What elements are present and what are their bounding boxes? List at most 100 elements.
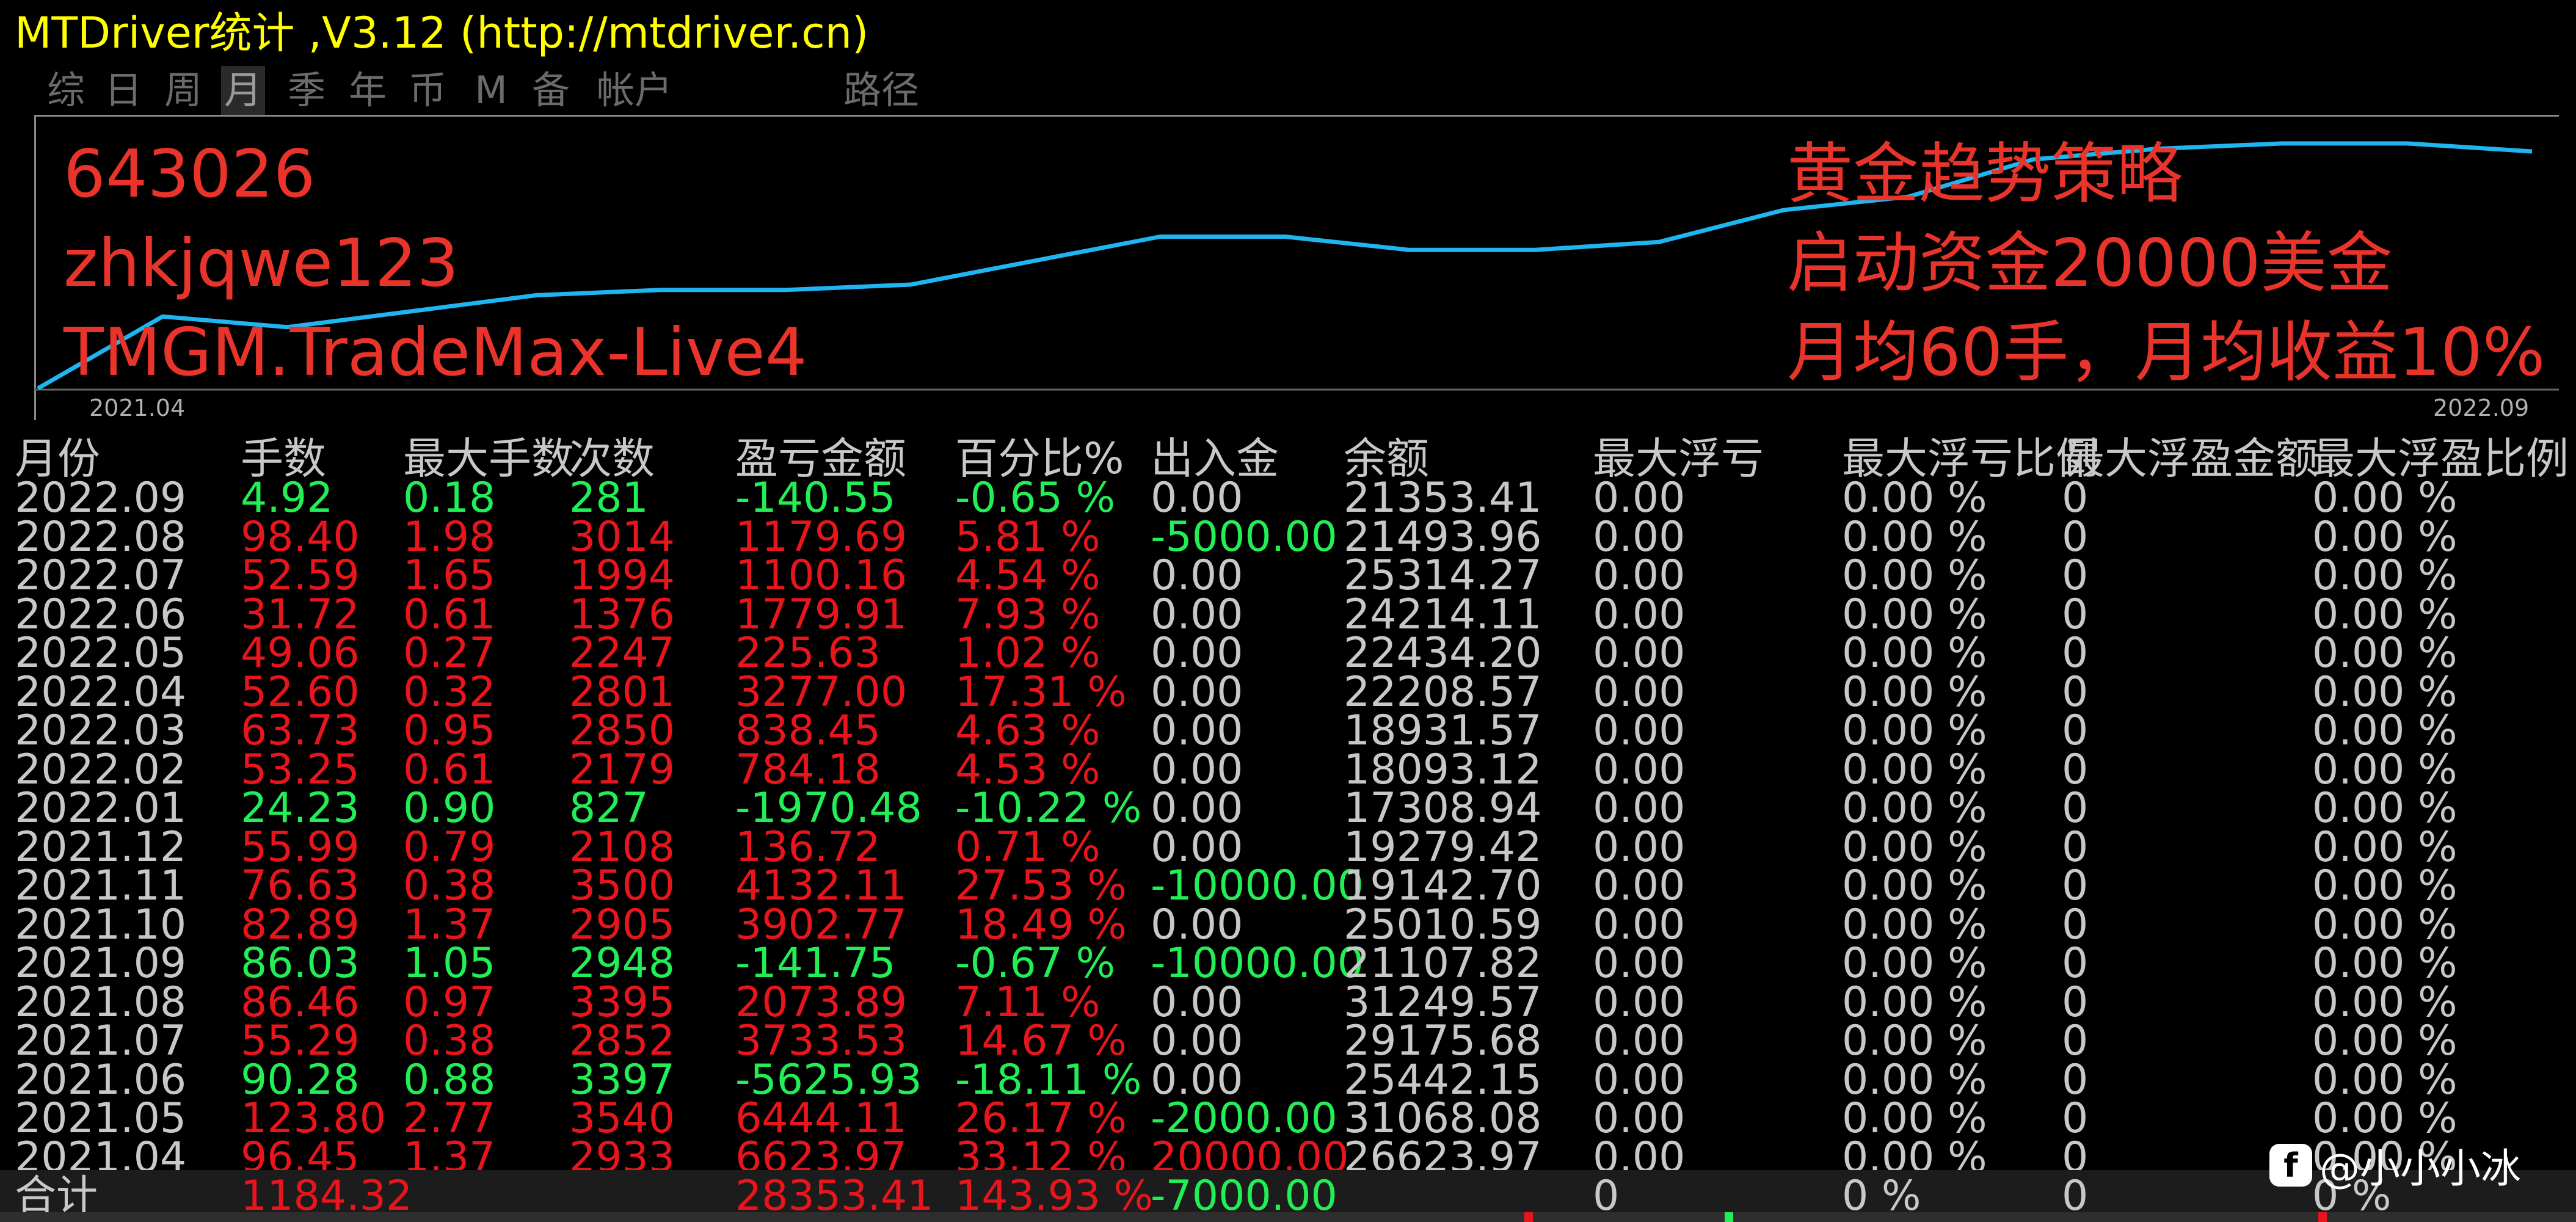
table-row[interactable]: 2022.08 98.40 1.98 3014 1179.69 5.81 % -5000.0… <box>0 512 2576 561</box>
cell-deposit: 0.00 <box>1151 823 1243 871</box>
table-row[interactable]: 2022.02 53.25 0.61 2179 784.18 4.53 % 0.00 1809… <box>0 745 2576 794</box>
cell-max-lots: 0.38 <box>403 1017 496 1065</box>
cell-count: 2801 <box>569 667 675 716</box>
cell-count: 1994 <box>569 551 675 600</box>
cell-max-float-loss-pct: 0.00 % <box>1842 784 1987 832</box>
cell-balance: 21493.96 <box>1344 512 1542 561</box>
tab-bar: 综日周月季年币 M 备帐户 路径 <box>0 66 2576 115</box>
tab-5[interactable]: 年 <box>346 66 390 115</box>
watermark-logo-icon: f <box>2269 1144 2312 1187</box>
table-row[interactable]: 2022.06 31.72 0.61 1376 1779.91 7.93 % 0.00 242… <box>0 590 2576 639</box>
cell-max-lots: 1.05 <box>403 939 496 987</box>
cell-max-float-loss: 0.00 <box>1593 823 1686 871</box>
tab-2[interactable]: 周 <box>161 66 205 115</box>
cell-lots: 24.23 <box>241 784 360 832</box>
table-row[interactable]: 2022.07 52.59 1.65 1994 1100.16 4.54 % 0.00 253… <box>0 551 2576 600</box>
cell-month: 2022.04 <box>15 667 187 716</box>
cell-count: 1376 <box>569 590 675 639</box>
cell-deposit: -2000.00 <box>1151 1094 1337 1143</box>
cell-max-float-loss-pct: 0.00 % <box>1842 474 1987 522</box>
table-row[interactable]: 2021.07 55.29 0.38 2852 3733.53 14.67 % 0.00 29… <box>0 1017 2576 1065</box>
cell-pct: -0.67 % <box>955 939 1116 987</box>
cell-max-float-loss: 0.00 <box>1593 978 1686 1027</box>
cell-pct: 4.53 % <box>955 745 1101 794</box>
cell-max-float-profit: 0 <box>2062 978 2089 1027</box>
cell-max-float-profit: 0 <box>2062 784 2089 832</box>
cell-max-float-profit-pct: 0.00 % <box>2312 590 2458 639</box>
cell-max-float-loss: 0.00 <box>1593 629 1686 677</box>
cell-lots: 76.63 <box>241 862 360 910</box>
cell-count: 2905 <box>569 900 675 949</box>
cell-max-float-loss: 0.00 <box>1593 667 1686 716</box>
table-row[interactable]: 2021.06 90.28 0.88 3397 -5625.93 -18.11 % 0.00… <box>0 1055 2576 1104</box>
cell-deposit: 0.00 <box>1151 551 1243 600</box>
cell-pnl: -1970.48 <box>735 784 922 832</box>
cell-deposit: 0.00 <box>1151 590 1243 639</box>
cell-max-lots: 0.61 <box>403 745 496 794</box>
tab-1[interactable]: 日 <box>101 66 145 115</box>
table-row[interactable]: 2022.04 52.60 0.32 2801 3277.00 17.31 % 0.00 22… <box>0 667 2576 716</box>
table-row[interactable]: 2021.09 86.03 1.05 2948 -141.75 -0.67 % -10000… <box>0 939 2576 987</box>
cell-month: 2022.02 <box>15 745 187 794</box>
cell-max-float-profit-pct: 0.00 % <box>2312 667 2458 716</box>
watermark-text: @小小小冰 <box>2319 1145 2521 1192</box>
cell-balance: 25442.15 <box>1344 1055 1542 1104</box>
table-row[interactable]: 2021.12 55.99 0.79 2108 136.72 0.71 % 0.00 1927… <box>0 823 2576 871</box>
cell-count: 2852 <box>569 1017 675 1065</box>
tab-0[interactable]: 综 <box>44 66 88 115</box>
cell-count: 2108 <box>569 823 675 871</box>
cell-max-lots: 0.61 <box>403 590 496 639</box>
cell-balance: 29175.68 <box>1344 1017 1542 1065</box>
cell-pnl: 1779.91 <box>735 590 908 639</box>
cell-max-lots: 0.18 <box>403 474 496 522</box>
cell-balance: 25010.59 <box>1344 900 1542 949</box>
table-row[interactable]: 2021.11 76.63 0.38 3500 4132.11 27.53 % -10000… <box>0 862 2576 910</box>
tab-7[interactable]: M <box>469 66 513 115</box>
cell-pnl: 838.45 <box>735 707 881 755</box>
table-row[interactable]: 2021.05 123.80 2.77 3540 6444.11 26.17 % -2000… <box>0 1094 2576 1143</box>
cell-max-float-profit: 0 <box>2062 900 2089 949</box>
horizontal-scrollbar[interactable] <box>0 1212 2576 1222</box>
cell-max-float-profit: 0 <box>2062 551 2089 600</box>
cell-month: 2021.11 <box>15 862 187 910</box>
cell-max-lots: 0.79 <box>403 823 496 871</box>
cell-pnl: 3902.77 <box>735 900 908 949</box>
cell-max-float-profit-pct: 0.00 % <box>2312 707 2458 755</box>
tab-3[interactable]: 月 <box>221 66 265 115</box>
cell-pct: 18.49 % <box>955 900 1127 949</box>
tab-8[interactable]: 备 <box>529 66 573 115</box>
table-row[interactable]: 2022.05 49.06 0.27 2247 225.63 1.02 % 0.00 2243… <box>0 629 2576 677</box>
column-header[interactable]: 最大浮盈金额 <box>2062 432 2318 485</box>
cell-deposit: -10000.00 <box>1151 862 1364 910</box>
cell-pct: 7.93 % <box>955 590 1101 639</box>
tab-4[interactable]: 季 <box>285 66 329 115</box>
cell-max-float-loss-pct: 0.00 % <box>1842 745 1987 794</box>
tab-10[interactable]: 路径 <box>835 66 927 115</box>
cell-max-float-profit-pct: 0.00 % <box>2312 1055 2458 1104</box>
cell-balance: 22208.57 <box>1344 667 1542 716</box>
cell-deposit: 0.00 <box>1151 1017 1243 1065</box>
cell-balance: 19279.42 <box>1344 823 1542 871</box>
cell-month: 2022.09 <box>15 474 187 522</box>
cell-max-float-profit: 0 <box>2062 1017 2089 1065</box>
cell-max-float-profit-pct: 0.00 % <box>2312 978 2458 1027</box>
x-axis-end-label: 2022.09 <box>2433 395 2530 421</box>
cell-pnl: -140.55 <box>735 474 896 522</box>
table-row[interactable]: 2021.08 86.46 0.97 3395 2073.89 7.11 % 0.00 312… <box>0 978 2576 1027</box>
tab-9[interactable]: 帐户 <box>589 66 680 115</box>
cell-lots: 90.28 <box>241 1055 360 1104</box>
cell-pct: 27.53 % <box>955 862 1127 910</box>
table-row[interactable]: 2022.01 24.23 0.90 827 -1970.48 -10.22 % 0.00 1… <box>0 784 2576 832</box>
tab-6[interactable]: 币 <box>406 66 449 115</box>
cell-month: 2022.03 <box>15 707 187 755</box>
cell-month: 2021.12 <box>15 823 187 871</box>
table-row[interactable]: 2021.10 82.89 1.37 2905 3902.77 18.49 % 0.00 25… <box>0 900 2576 949</box>
cell-max-float-loss-pct: 0.00 % <box>1842 512 1987 561</box>
cell-month: 2022.05 <box>15 629 187 677</box>
overlay-account-name: zhkjqwe123 <box>64 225 459 302</box>
table-row[interactable]: 2022.03 63.73 0.95 2850 838.45 4.63 % 0.00 1893… <box>0 707 2576 755</box>
cell-max-float-profit-pct: 0.00 % <box>2312 512 2458 561</box>
table-row[interactable]: 2022.09 4.92 0.18 281 -140.55 -0.65 % 0.00 2135… <box>0 474 2576 522</box>
cell-max-lots: 0.32 <box>403 667 496 716</box>
cell-count: 281 <box>569 474 649 522</box>
